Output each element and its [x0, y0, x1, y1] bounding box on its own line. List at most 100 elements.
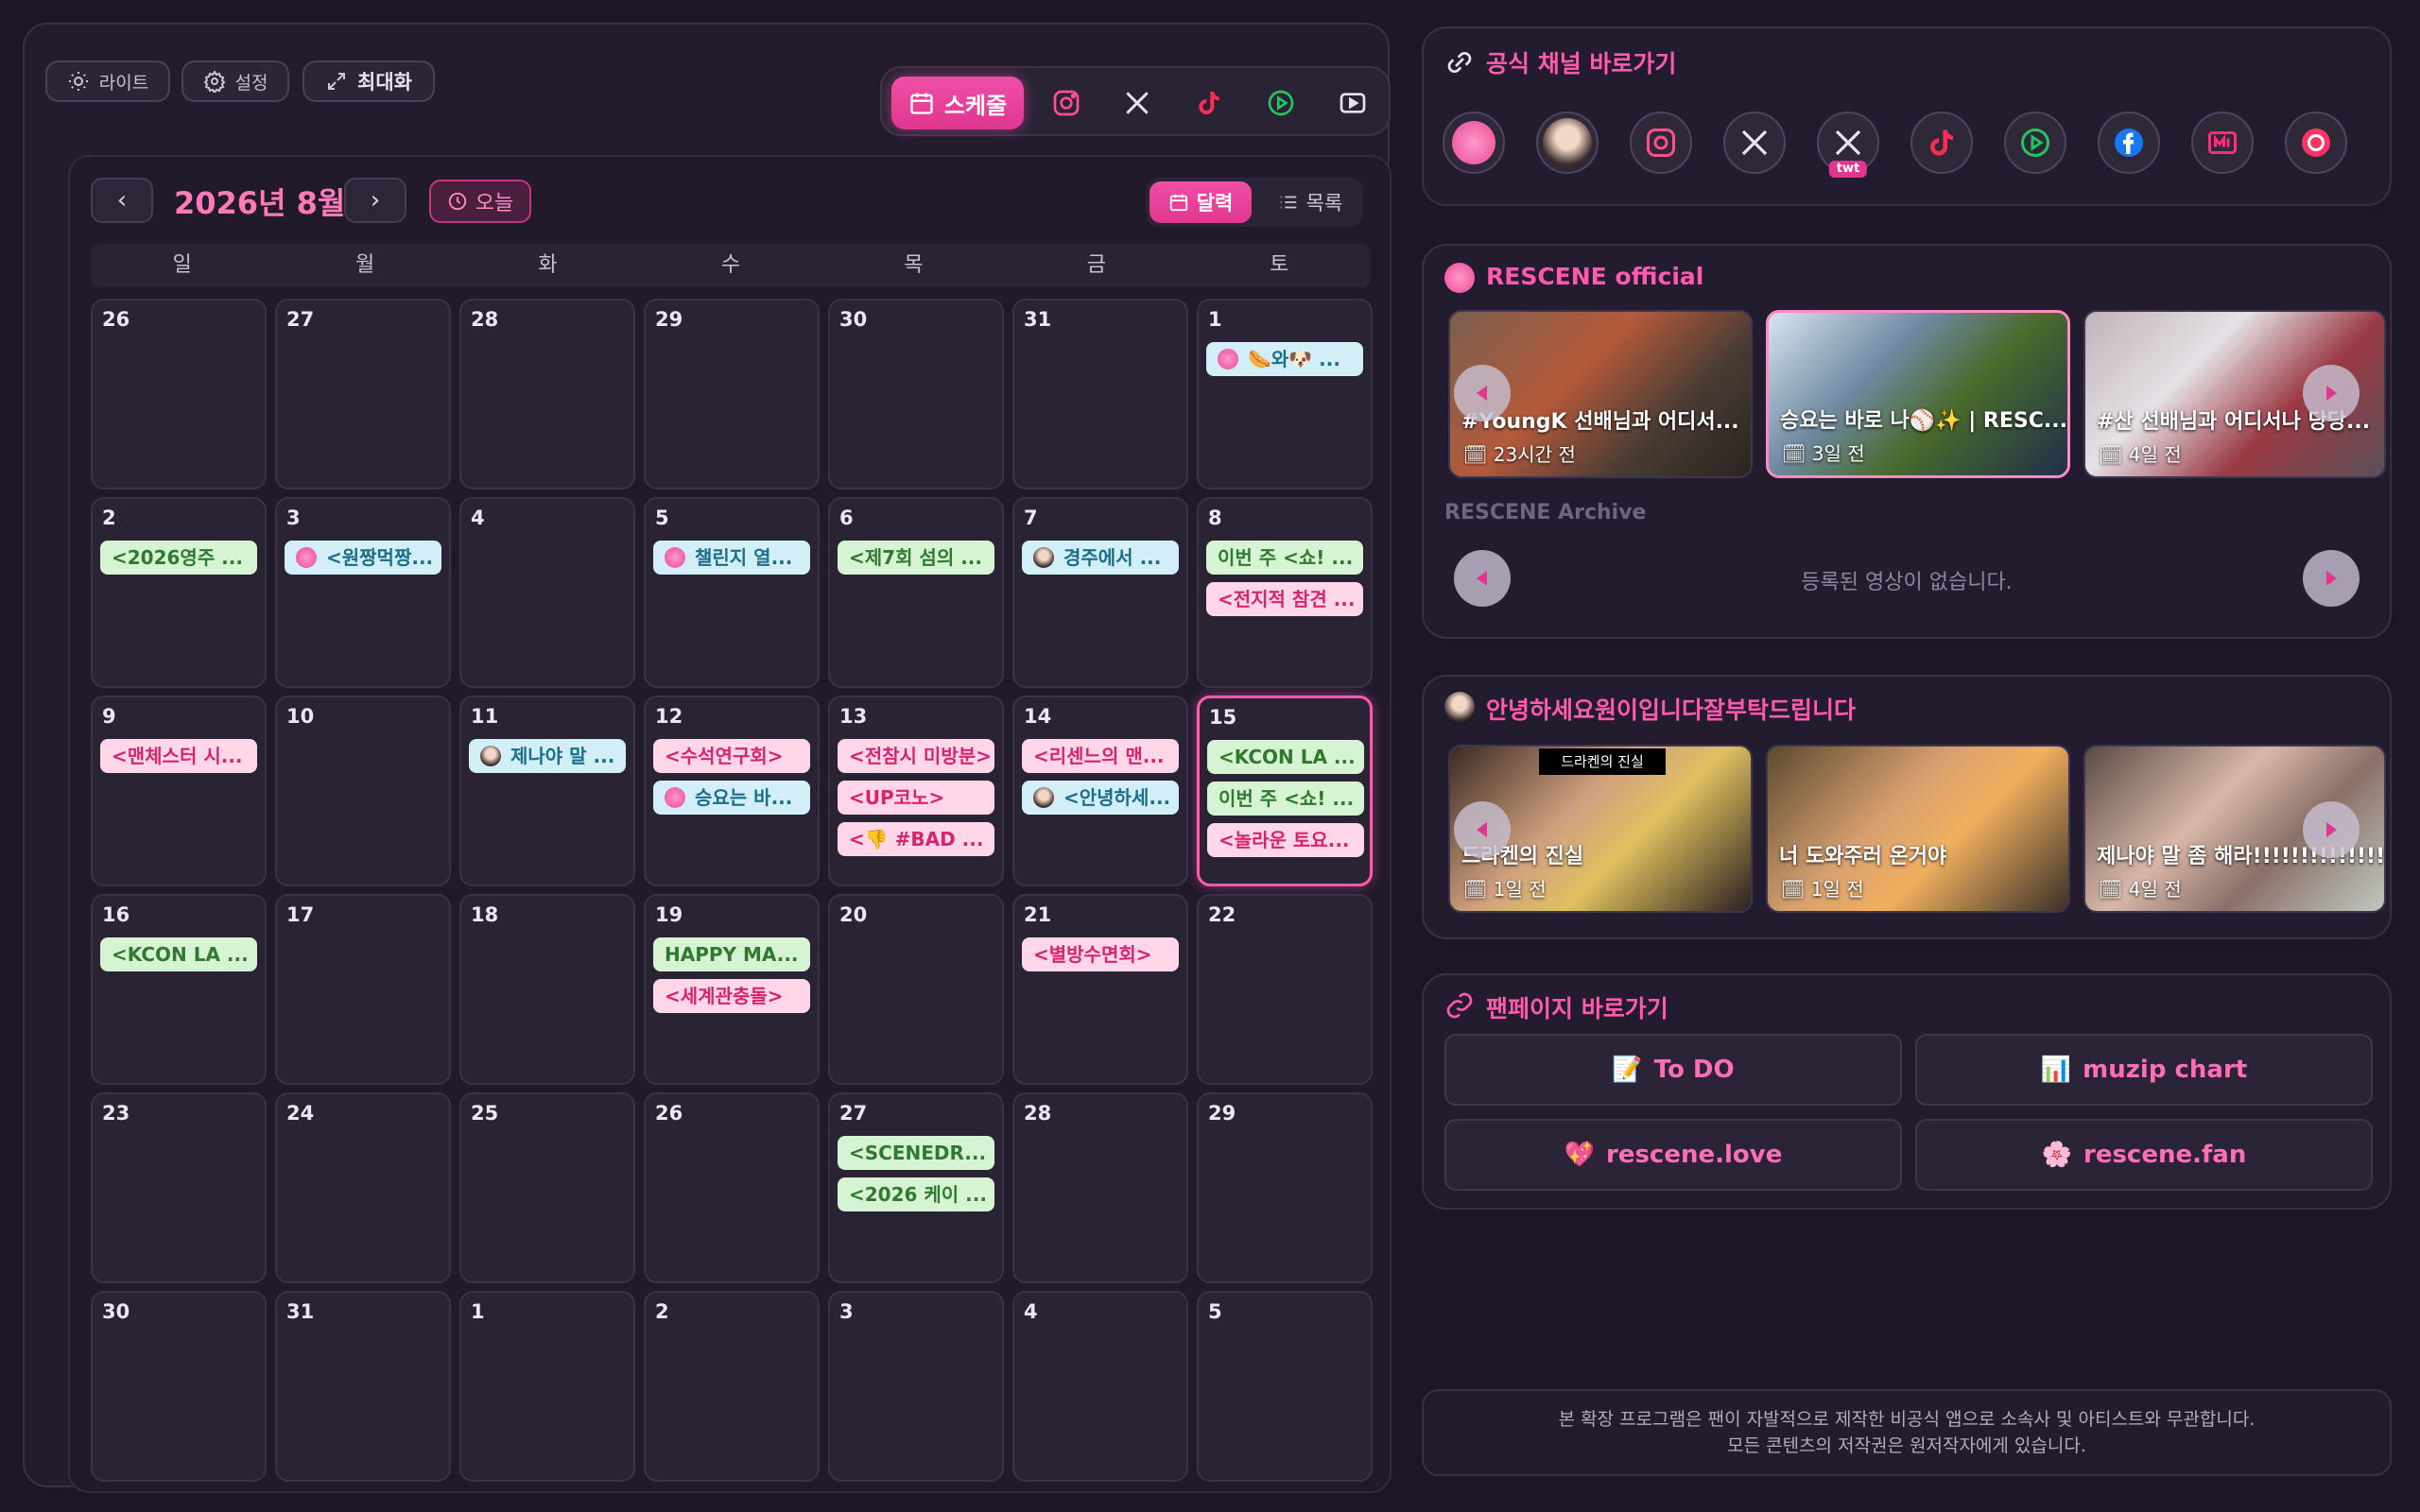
- day-cell[interactable]: 25: [459, 1092, 635, 1283]
- x-icon[interactable]: [1120, 86, 1154, 120]
- event-chip[interactable]: <👎 #BAD ...: [838, 822, 994, 856]
- day-cell[interactable]: 24: [275, 1092, 451, 1283]
- muzip-chart-link-button[interactable]: 📊 muzip chart: [1915, 1034, 2373, 1106]
- event-chip[interactable]: HAPPY MA...: [653, 937, 810, 971]
- video-card[interactable]: 승요는 바로 나⚾✨ | RESC... 🗓 3일 전: [1766, 310, 2070, 478]
- event-chip[interactable]: <2026 케이 ...: [838, 1177, 994, 1211]
- event-chip[interactable]: <KCON LA ...: [1207, 740, 1364, 774]
- day-cell[interactable]: 2 <2026영주 ...: [91, 497, 267, 688]
- video-card[interactable]: 너 도와주러 온거야 🗓 1일 전: [1766, 745, 2070, 913]
- day-cell[interactable]: 16 <KCON LA ...: [91, 894, 267, 1085]
- day-cell[interactable]: 4: [1012, 1291, 1188, 1482]
- channel-melon-button[interactable]: [2285, 112, 2347, 174]
- event-chip[interactable]: <전지적 참견 ...: [1206, 582, 1363, 616]
- day-cell[interactable]: 1 🌭와🐶 ...: [1197, 299, 1373, 490]
- event-chip[interactable]: <세계관충돌>: [653, 979, 810, 1013]
- rescene-love-link-button[interactable]: 💖 rescene.love: [1444, 1119, 1902, 1191]
- event-chip[interactable]: <제7회 섬의 ...: [838, 541, 994, 575]
- day-cell[interactable]: 23: [91, 1092, 267, 1283]
- todo-link-button[interactable]: 📝 To DO: [1444, 1034, 1902, 1106]
- day-cell[interactable]: 3: [828, 1291, 1004, 1482]
- event-chip[interactable]: <놀라운 토요...: [1207, 823, 1364, 857]
- day-cell[interactable]: 6 <제7회 섬의 ...: [828, 497, 1004, 688]
- carousel-prev-button[interactable]: [1454, 365, 1511, 421]
- maximize-button[interactable]: 최대화: [302, 60, 435, 102]
- day-cell[interactable]: 13 <전참시 미방분> <UP코노> <👎 #BAD ...: [828, 696, 1004, 886]
- channel-tiktok-button[interactable]: [1910, 112, 1973, 174]
- day-cell[interactable]: 26: [91, 299, 267, 490]
- channel-facebook-button[interactable]: [2098, 112, 2160, 174]
- event-chip[interactable]: 이번 주 <쇼! ...: [1206, 541, 1363, 575]
- event-chip[interactable]: <SCENEDR...: [838, 1136, 994, 1170]
- mode-list-button[interactable]: 목록: [1261, 181, 1359, 223]
- day-cell[interactable]: 30: [91, 1291, 267, 1482]
- event-chip[interactable]: <안녕하세...: [1022, 781, 1179, 815]
- today-button[interactable]: 오늘: [429, 180, 531, 223]
- day-cell[interactable]: 29: [644, 299, 820, 490]
- channel-rescene-logo-button[interactable]: [1443, 112, 1505, 174]
- instagram-icon[interactable]: [1049, 86, 1083, 120]
- day-cell[interactable]: 22: [1197, 894, 1373, 1085]
- day-cell[interactable]: 28: [1012, 1092, 1188, 1283]
- day-cell[interactable]: 19 HAPPY MA... <세계관충돌>: [644, 894, 820, 1085]
- day-cell[interactable]: 4: [459, 497, 635, 688]
- day-cell[interactable]: 11 제나야 말 ...: [459, 696, 635, 886]
- event-chip[interactable]: 챌린지 열...: [653, 541, 810, 575]
- day-cell[interactable]: 30: [828, 299, 1004, 490]
- play-circle-icon[interactable]: [1264, 86, 1298, 120]
- event-chip[interactable]: <KCON LA ...: [100, 937, 257, 971]
- day-cell[interactable]: 26: [644, 1092, 820, 1283]
- event-chip[interactable]: 경주에서 ...: [1022, 541, 1179, 575]
- day-cell[interactable]: 31: [1012, 299, 1188, 490]
- day-cell[interactable]: 8 이번 주 <쇼! ... <전지적 참견 ...: [1197, 497, 1373, 688]
- day-cell[interactable]: 2: [644, 1291, 820, 1482]
- carousel-prev-button[interactable]: [1454, 801, 1511, 858]
- light-mode-button[interactable]: 라이트: [45, 60, 170, 102]
- day-cell[interactable]: 27 <SCENEDR... <2026 케이 ...: [828, 1092, 1004, 1283]
- event-chip[interactable]: 승요는 바...: [653, 781, 810, 815]
- carousel-next-button[interactable]: [2303, 365, 2360, 421]
- day-cell[interactable]: 21 <별방수면회>: [1012, 894, 1188, 1085]
- day-cell[interactable]: 12 <수석연구회> 승요는 바...: [644, 696, 820, 886]
- day-cell[interactable]: 7 경주에서 ...: [1012, 497, 1188, 688]
- next-month-button[interactable]: ›: [344, 178, 406, 223]
- tab-schedule[interactable]: 스케줄: [891, 77, 1024, 129]
- day-cell[interactable]: 9 <맨체스터 시...: [91, 696, 267, 886]
- day-cell[interactable]: 1: [459, 1291, 635, 1482]
- event-chip[interactable]: <리센느의 맨...: [1022, 739, 1179, 773]
- carousel-next-button[interactable]: [2303, 801, 2360, 858]
- channel-instagram-button[interactable]: [1630, 112, 1692, 174]
- event-chip[interactable]: <수석연구회>: [653, 739, 810, 773]
- event-chip[interactable]: <별방수면회>: [1022, 937, 1179, 971]
- channel-member-avatar-button[interactable]: [1536, 112, 1599, 174]
- event-chip[interactable]: 이번 주 <쇼! ...: [1207, 782, 1364, 816]
- rescene-fan-link-button[interactable]: 🌸 rescene.fan: [1915, 1119, 2373, 1191]
- channel-x-button[interactable]: [1723, 112, 1786, 174]
- day-cell[interactable]: 28: [459, 299, 635, 490]
- day-cell[interactable]: 15 <KCON LA ... 이번 주 <쇼! ... <놀라운 토요...: [1197, 696, 1373, 886]
- prev-month-button[interactable]: ‹: [91, 178, 153, 223]
- day-cell[interactable]: 17: [275, 894, 451, 1085]
- day-cell[interactable]: 20: [828, 894, 1004, 1085]
- event-chip[interactable]: <맨체스터 시...: [100, 739, 257, 773]
- event-chip[interactable]: <전참시 미방분>: [838, 739, 994, 773]
- event-chip[interactable]: <2026영주 ...: [100, 541, 257, 575]
- day-cell[interactable]: 27: [275, 299, 451, 490]
- mode-calendar-button[interactable]: 달력: [1150, 181, 1252, 223]
- event-chip[interactable]: <원짱먹짱...: [285, 541, 441, 575]
- channel-x-twt-button[interactable]: twt: [1817, 112, 1879, 178]
- event-chip[interactable]: <UP코노>: [838, 781, 994, 815]
- day-cell[interactable]: 18: [459, 894, 635, 1085]
- youtube-play-icon[interactable]: [1336, 86, 1370, 120]
- day-cell[interactable]: 10: [275, 696, 451, 886]
- day-cell[interactable]: 5 챌린지 열...: [644, 497, 820, 688]
- tiktok-icon[interactable]: [1192, 86, 1226, 120]
- archive-next-button[interactable]: [2303, 550, 2360, 607]
- day-cell[interactable]: 29: [1197, 1092, 1373, 1283]
- event-chip[interactable]: 🌭와🐶 ...: [1206, 342, 1363, 376]
- channel-play-circle-button[interactable]: [2004, 112, 2066, 174]
- day-cell[interactable]: 3 <원짱먹짱...: [275, 497, 451, 688]
- event-chip[interactable]: 제나야 말 ...: [469, 739, 626, 773]
- day-cell[interactable]: 31: [275, 1291, 451, 1482]
- channel-mnet-button[interactable]: [2191, 112, 2254, 174]
